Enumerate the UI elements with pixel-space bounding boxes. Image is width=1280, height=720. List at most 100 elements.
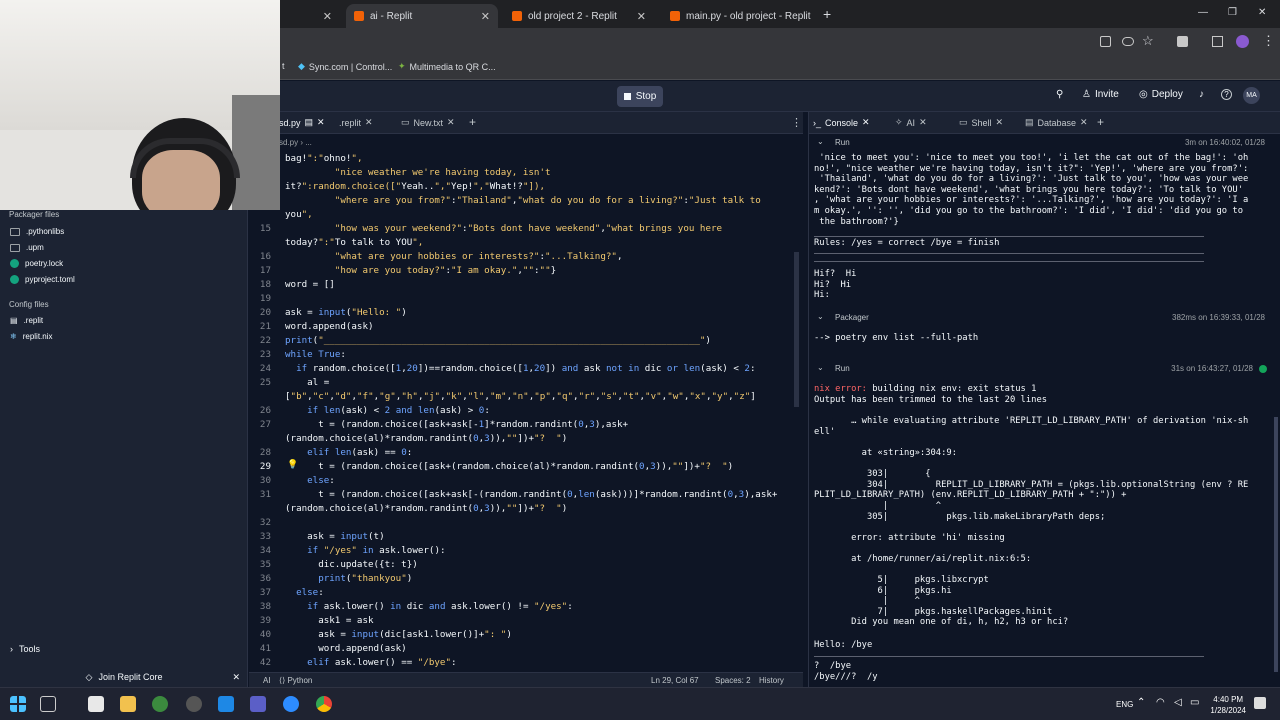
file-item-pyproject[interactable]: pyproject.toml — [10, 275, 75, 284]
code-line[interactable]: 26 if len(ask) < 2 and len(ask) > 0: — [249, 404, 803, 418]
close-icon[interactable]: ✕ — [232, 672, 240, 683]
tab-shell[interactable]: ▭ Shell ✕ — [959, 117, 1003, 128]
code-line[interactable]: 40 ask = input(dic[ask1.lower()]+": ") — [249, 628, 803, 642]
file-item-poetry-lock[interactable]: poetry.lock — [10, 259, 63, 268]
code-line[interactable]: 33 ask = input(t) — [249, 530, 803, 544]
language-status[interactable]: ⟨⟩ Python — [279, 676, 312, 685]
code-line[interactable]: 29 t = (random.choice([ask+(random.choic… — [249, 460, 803, 474]
close-icon[interactable]: ✕ — [996, 117, 1004, 128]
windows-start-icon[interactable] — [10, 696, 26, 712]
close-icon[interactable]: ✕ — [1080, 117, 1088, 128]
cloud-icon[interactable] — [1122, 37, 1134, 46]
code-line[interactable]: ["b","c","d","f","g","h","j","k","l","m"… — [249, 390, 803, 404]
code-line[interactable]: 41 word.append(ask) — [249, 642, 803, 656]
close-icon[interactable]: ✕ — [317, 117, 325, 128]
code-line[interactable]: 27 t = (random.choice([ask+ask[-1]*rando… — [249, 418, 803, 432]
code-line[interactable]: 36 print("thankyou") — [249, 572, 803, 586]
user-avatar[interactable]: MA — [1243, 87, 1260, 104]
code-line[interactable]: 18 word = [] — [249, 278, 803, 292]
close-icon[interactable]: ✕ — [811, 10, 817, 23]
extensions-icon[interactable] — [1177, 36, 1188, 47]
app-icon[interactable] — [186, 696, 202, 712]
file-item-pythonlibs[interactable]: .pythonlibs — [10, 227, 64, 236]
browser-tab-old-project-2[interactable]: old project 2 - Replit ✕ — [504, 4, 654, 28]
code-line[interactable]: bag!":"ohno!", — [249, 152, 803, 166]
code-line[interactable]: "where are you from?":"Thailand","what d… — [249, 194, 803, 208]
tab-replit[interactable]: .replit ✕ — [339, 117, 373, 128]
close-icon[interactable]: ✕ — [365, 117, 373, 128]
lightbulb-icon[interactable]: 💡 — [287, 459, 298, 470]
volume-icon[interactable]: ◁ — [1174, 697, 1182, 708]
tab-ai[interactable]: ✧ AI ✕ — [895, 117, 927, 128]
restore-button[interactable]: ❐ — [1228, 7, 1237, 18]
file-explorer-icon[interactable] — [120, 696, 136, 712]
code-line[interactable]: 31 t = (random.choice([ask+ask[-(random.… — [249, 488, 803, 502]
window-close-button[interactable]: ✕ — [1258, 7, 1266, 18]
close-icon[interactable]: ✕ — [315, 10, 332, 23]
chevron-up-icon[interactable]: ⌃ — [1137, 697, 1145, 708]
code-line[interactable]: it?":random.choice(["Yeah..","Yep!","Wha… — [249, 180, 803, 194]
file-menu-icon[interactable]: ▤ — [305, 117, 314, 128]
add-tab-button[interactable]: + — [1097, 115, 1104, 129]
battery-icon[interactable]: ▭ — [1190, 697, 1199, 708]
code-line[interactable]: 23 while True: — [249, 348, 803, 362]
code-line[interactable]: 42 elif ask.lower() == "/bye": — [249, 656, 803, 670]
invite-button[interactable]: ♙ Invite — [1082, 89, 1119, 100]
console-scrollbar[interactable] — [1274, 417, 1278, 672]
new-tab-button[interactable]: + — [823, 6, 831, 22]
code-line[interactable]: 28 elif len(ask) == 0: — [249, 446, 803, 460]
run-header[interactable]: ⌄ Run 3m on 16:40:02, 01/28 — [809, 137, 1271, 151]
code-line[interactable]: 39 ask1 = ask — [249, 614, 803, 628]
browser-tab-ai-replit[interactable]: ai - Replit ✕ — [346, 4, 498, 28]
code-line[interactable]: (random.choice(al)*random.randint(0,3)),… — [249, 502, 803, 516]
file-item-replit-nix[interactable]: ❄ replit.nix — [10, 332, 53, 341]
bell-icon[interactable]: ♪ — [1199, 89, 1204, 100]
browser-tab-hidden[interactable]: ✕ — [282, 4, 340, 28]
task-view-icon[interactable] — [40, 696, 56, 712]
more-icon[interactable]: ⋮ — [791, 116, 802, 129]
minimize-button[interactable]: — — [1198, 7, 1208, 18]
history-button[interactable]: History — [759, 676, 784, 685]
code-line[interactable]: you", — [249, 208, 803, 222]
browser-menu-icon[interactable]: ⋮ — [1262, 33, 1275, 49]
code-line[interactable]: 34 if "/yes" in ask.lower(): — [249, 544, 803, 558]
star-icon[interactable]: ☆ — [1142, 33, 1154, 49]
tab-new-txt[interactable]: ▭ New.txt ✕ — [401, 117, 455, 128]
code-line[interactable]: 20 ask = input("Hello: ") — [249, 306, 803, 320]
deploy-button[interactable]: ◎ Deploy — [1139, 89, 1183, 100]
code-line[interactable]: 37 else: — [249, 586, 803, 600]
chrome-icon[interactable] — [316, 696, 332, 712]
code-line[interactable]: 25 al = — [249, 376, 803, 390]
ai-status[interactable]: AI — [263, 676, 271, 685]
close-icon[interactable]: ✕ — [447, 117, 455, 128]
code-line[interactable]: 22 print("_______________________________… — [249, 334, 803, 348]
code-line[interactable]: 16 "what are your hobbies or interests?"… — [249, 250, 803, 264]
wifi-icon[interactable]: ◠ — [1156, 697, 1165, 708]
code-line[interactable]: today?":"To talk to YOU", — [249, 236, 803, 250]
code-area[interactable]: bag!":"ohno!", "nice weather we're havin… — [249, 152, 803, 672]
browser-tab-main-py[interactable]: main.py - old project - Replit ✕ — [662, 4, 816, 28]
app-icon[interactable] — [88, 696, 104, 712]
code-line[interactable]: 30 else: — [249, 474, 803, 488]
console-input[interactable]: ? /bye/bye///? /y — [814, 661, 1264, 682]
file-item-upm[interactable]: .upm — [10, 243, 44, 252]
system-clock[interactable]: 4:40 PM 1/28/2024 — [1210, 694, 1246, 716]
close-icon[interactable]: ✕ — [862, 117, 870, 128]
tab-database[interactable]: ▤ Database ✕ — [1025, 117, 1088, 128]
code-line[interactable]: "nice weather we're having today, isn't — [249, 166, 803, 180]
run-header[interactable]: ⌄ Run 31s on 16:43:27, 01/28 — [809, 363, 1271, 377]
teams-icon[interactable] — [250, 696, 266, 712]
code-line[interactable]: 35 dic.update({t: t}) — [249, 558, 803, 572]
breadcrumb[interactable]: sd.py › ... — [279, 138, 312, 147]
language-indicator[interactable]: ENG — [1116, 700, 1133, 709]
search-icon[interactable]: ⚲ — [1056, 89, 1063, 100]
tab-console[interactable]: ›_ Console ✕ — [813, 117, 870, 128]
tools-section[interactable]: › Tools — [10, 644, 40, 654]
bookmark-qr[interactable]: ✦ Multimedia to QR C... — [398, 61, 496, 72]
editor-scrollbar[interactable] — [794, 252, 799, 407]
help-button[interactable]: ? — [1221, 89, 1232, 100]
code-line[interactable]: 17 "how are you today?":"I am okay.","":… — [249, 264, 803, 278]
code-line[interactable]: 15 "how was your weekend?":"Bots dont ha… — [249, 222, 803, 236]
app-icon[interactable] — [152, 696, 168, 712]
indent-status[interactable]: Spaces: 2 — [715, 676, 751, 685]
